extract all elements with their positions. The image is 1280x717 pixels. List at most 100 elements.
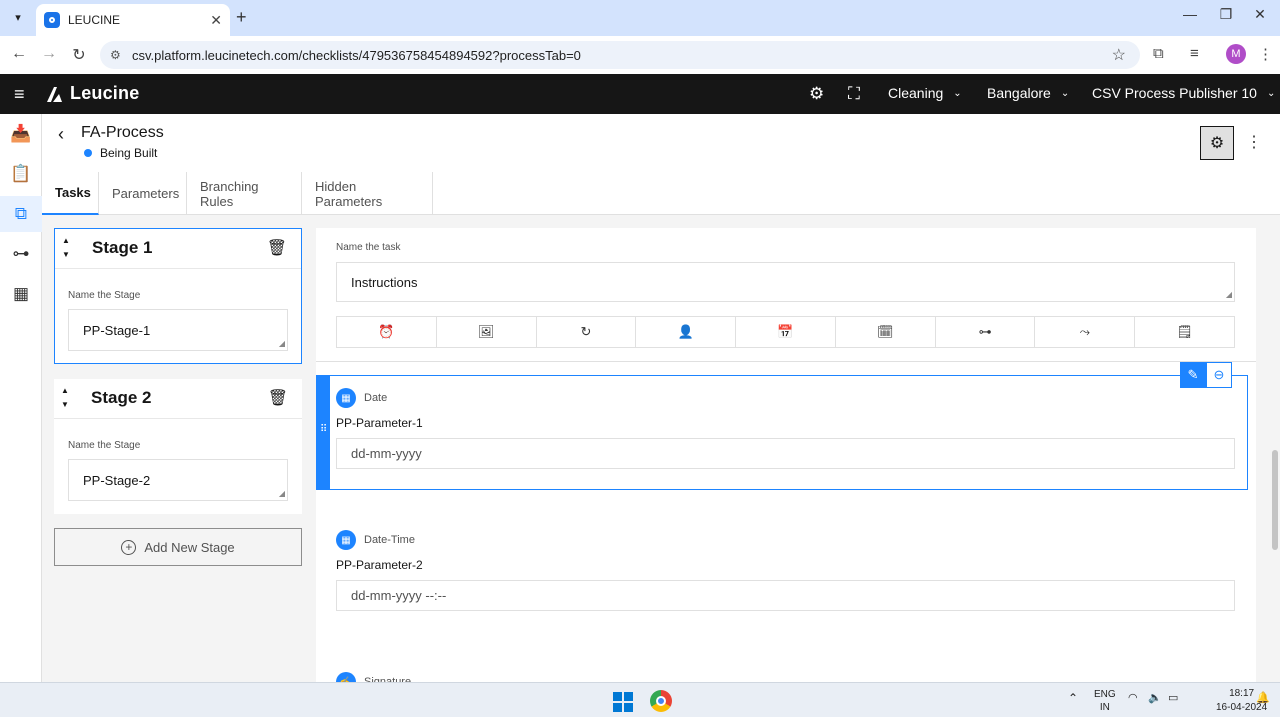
stage-name-input[interactable]: PP-Stage-2 ◢ (68, 459, 288, 501)
calendar-clock-icon[interactable]: 🗓 (836, 317, 936, 347)
timer-icon[interactable]: ⏰ (337, 317, 437, 347)
stage-card-1[interactable]: ▲ ▼ Stage 1 🗑 Name the Stage PP-Stage-1 ◢ (54, 228, 302, 364)
tab-hidden-parameters[interactable]: Hidden Parameters (302, 172, 433, 215)
stage-card-2[interactable]: ▲ ▼ Stage 2 🗑 Name the Stage PP-Stage-2 ◢ (54, 379, 302, 514)
battery-icon[interactable]: ▭ (1168, 691, 1178, 704)
media-icon[interactable]: ≡ (1190, 45, 1199, 62)
date-input[interactable]: dd-mm-yyyy (336, 438, 1235, 469)
new-tab-icon[interactable]: + (236, 7, 247, 28)
drag-handle-icon[interactable]: ⠿ (320, 424, 327, 435)
location-dropdown[interactable]: Bangalore ⌄ (987, 85, 1069, 101)
tab-branching-rules[interactable]: Branching Rules (187, 172, 302, 215)
minus-circle-icon: ⊖ (1213, 367, 1225, 382)
delete-stage-icon[interactable]: 🗑 (268, 388, 288, 408)
tab-parameters[interactable]: Parameters (99, 172, 187, 215)
minimize-icon[interactable]: — (1175, 6, 1205, 22)
add-new-stage-label: Add New Stage (144, 539, 235, 555)
status-text: Being Built (100, 146, 158, 160)
browser-toolbar: ← → ↻ ⚙ csv.platform.leucinetech.com/che… (0, 36, 1280, 74)
task-name-value: Instructions (351, 274, 418, 290)
parameter-card-2[interactable]: ▦ Date-Time PP-Parameter-2 dd-mm-yyyy --… (316, 518, 1248, 628)
delete-stage-icon[interactable]: 🗑 (267, 238, 287, 258)
reorder-arrows[interactable]: ▲ ▼ (62, 234, 70, 262)
pencil-icon: ✎ (1187, 367, 1199, 382)
windows-start-icon[interactable] (613, 692, 633, 712)
parameter-type: ▦ Date-Time (336, 530, 415, 550)
notifications-icon[interactable]: 🔔 (1256, 691, 1270, 704)
tray-chevron-up-icon[interactable]: ⌃ (1068, 691, 1078, 705)
add-new-stage-button[interactable]: + Add New Stage (54, 528, 302, 566)
resize-handle-icon[interactable]: ◢ (279, 339, 285, 348)
task-editor: Name the task Instructions ◢ ⏰ 🖼 ↻ 👤 📅 🗓… (316, 228, 1256, 682)
hamburger-menu-icon[interactable]: ≡ (14, 84, 25, 105)
inbox-icon[interactable]: 📥 (0, 116, 42, 152)
leucine-logo[interactable]: Leucine (44, 83, 139, 104)
user-role-label: CSV Process Publisher 10 (1092, 85, 1257, 101)
assignee-icon[interactable]: 👤 (636, 317, 737, 347)
region-code: IN (1099, 702, 1110, 713)
reorder-arrows[interactable]: ▲ ▼ (61, 384, 69, 412)
recurrence-icon[interactable]: ↻ (537, 317, 637, 347)
chevron-down-icon: ⌄ (953, 87, 962, 99)
facility-label: Cleaning (888, 85, 944, 101)
settings-gear-icon[interactable]: ⚙ (809, 84, 824, 104)
page-scrollbar[interactable] (1272, 450, 1278, 550)
parameter-card-3[interactable]: ✍ Signature (316, 660, 1248, 682)
process-flow-icon[interactable]: ⧉ (0, 196, 42, 232)
restore-icon[interactable]: ❐ (1211, 6, 1241, 23)
volume-icon[interactable]: 🔈 (1148, 691, 1162, 704)
reload-icon[interactable]: ↻ (69, 45, 89, 65)
language-indicator[interactable]: ENG IN (1094, 688, 1116, 714)
close-window-icon[interactable]: ✕ (1245, 6, 1275, 23)
media-icon[interactable]: 🖼 (437, 317, 537, 347)
browser-tab[interactable]: LEUCINE ✕ (36, 4, 230, 36)
process-settings-button[interactable]: ⚙ (1200, 126, 1234, 160)
remove-parameter-button[interactable]: ⊖ (1206, 362, 1232, 388)
site-info-icon[interactable]: ⚙ (110, 48, 121, 62)
task-name-input[interactable]: Instructions ◢ (336, 262, 1235, 302)
back-arrow-icon[interactable]: ← (9, 45, 29, 63)
parameter-type: ✍ Signature (336, 672, 411, 682)
edit-parameter-button[interactable]: ✎ (1180, 362, 1206, 388)
language-code: ENG (1094, 689, 1116, 700)
profile-avatar[interactable]: M (1226, 44, 1246, 64)
stage-header: ▲ ▼ Stage 1 🗑 (55, 229, 301, 269)
forward-arrow-icon[interactable]: → (39, 45, 59, 63)
parameter-card-1[interactable]: ⠿ ▦ Date PP-Parameter-1 dd-mm-yyyy ✎ ⊖ (316, 362, 1248, 490)
checklist-icon[interactable]: 📋 (0, 156, 42, 192)
tab-tasks[interactable]: Tasks (42, 172, 99, 215)
signature-icon: ✍ (336, 672, 356, 682)
stage-name-input[interactable]: PP-Stage-1 ◢ (68, 309, 288, 351)
resize-handle-icon[interactable]: ◢ (1226, 290, 1232, 299)
resize-handle-icon[interactable]: ◢ (279, 489, 285, 498)
reports-icon[interactable]: ▦ (0, 276, 42, 312)
chrome-icon[interactable] (650, 690, 672, 712)
branching-icon[interactable]: ⤳ (1035, 317, 1136, 347)
schedule-icon[interactable]: 📅 (736, 317, 836, 347)
os-taskbar: ⌃ ENG IN ◠ 🔈 ▭ 18:17 16-04-2024 🔔 (0, 682, 1280, 717)
status-dot (84, 149, 92, 157)
extensions-icon[interactable]: ⧉ (1153, 45, 1164, 62)
address-bar[interactable]: ⚙ csv.platform.leucinetech.com/checklist… (100, 41, 1140, 69)
chevron-down-icon: ⌄ (1060, 87, 1070, 99)
bookmark-star-icon[interactable]: ☆ (1112, 45, 1126, 65)
hierarchy-icon[interactable]: ⊶ (0, 236, 42, 272)
scan-icon[interactable]: ⛶ (848, 84, 860, 104)
user-role-dropdown[interactable]: CSV Process Publisher 10 ⌄ (1092, 85, 1275, 101)
hierarchy-icon[interactable]: ⊶ (936, 317, 1036, 347)
back-chevron-icon[interactable]: ‹ (58, 124, 64, 145)
tab-search-icon[interactable]: ▾ (8, 7, 28, 27)
more-options-icon[interactable]: ⋮ (1246, 132, 1262, 152)
automation-icon[interactable]: 🗒 (1135, 317, 1234, 347)
task-toolbar: ⏰ 🖼 ↻ 👤 📅 🗓 ⊶ ⤳ 🗒 (336, 316, 1235, 348)
leucine-logo-icon (47, 86, 62, 102)
plus-circle-icon: + (121, 539, 137, 555)
datetime-input[interactable]: dd-mm-yyyy --:-- (336, 580, 1235, 611)
close-tab-icon[interactable]: ✕ (210, 12, 222, 29)
stage-name-value: PP-Stage-2 (83, 472, 151, 488)
stage-name-label: Name the Stage (68, 440, 141, 451)
process-tabs: Tasks Parameters Branching Rules Hidden … (42, 172, 1280, 215)
wifi-icon[interactable]: ◠ (1128, 691, 1138, 704)
chrome-menu-icon[interactable]: ⋮ (1258, 45, 1273, 63)
facility-dropdown[interactable]: Cleaning ⌄ (888, 85, 962, 101)
